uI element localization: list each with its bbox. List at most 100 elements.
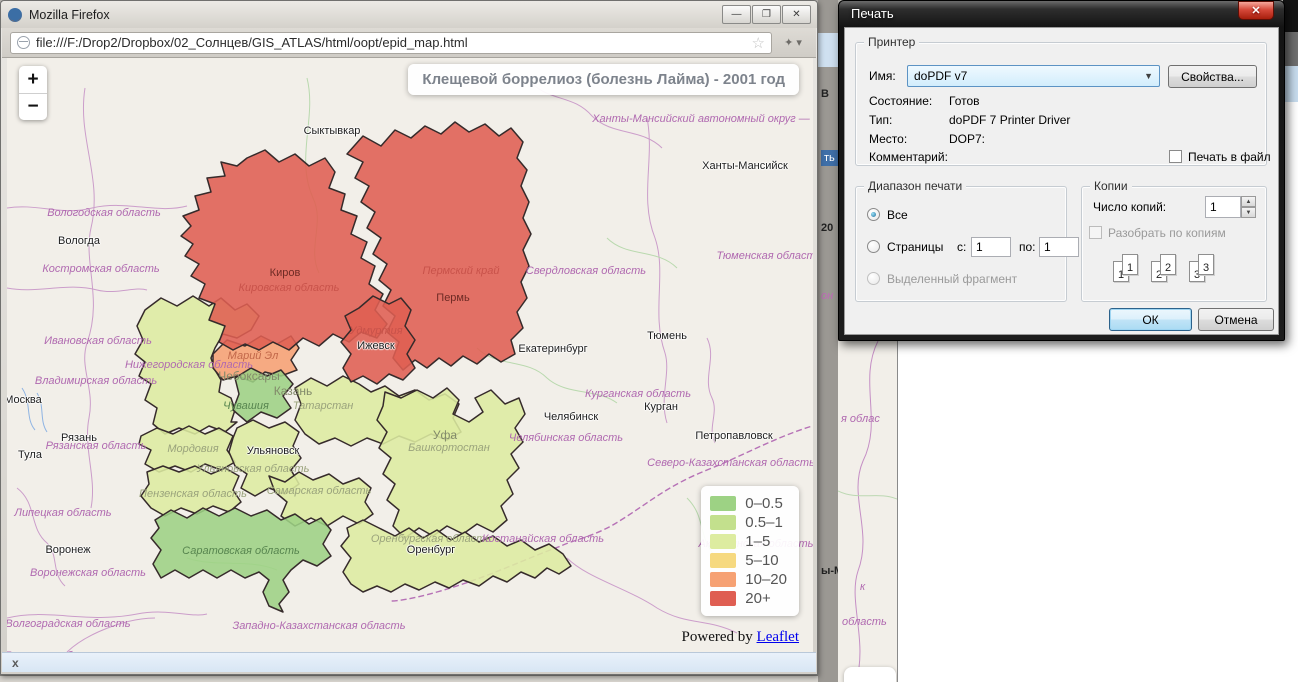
globe-icon — [17, 36, 30, 49]
status-label: Состояние: — [869, 94, 932, 108]
url-dropdown-button[interactable]: ✦ ▾ — [778, 32, 808, 54]
url-bar[interactable]: file:///F:/Drop2/Dropbox/02_Солнцев/GIS_… — [10, 32, 772, 54]
legend-swatch — [710, 572, 736, 587]
spinner-down-icon[interactable]: ▼ — [1241, 207, 1256, 218]
legend-swatch — [710, 553, 736, 568]
region-bashkortostan[interactable] — [377, 388, 525, 538]
attribution-text: Powered by — [682, 629, 757, 645]
firefox-titlebar[interactable]: Mozilla Firefox — ❐ ✕ — [1, 1, 817, 28]
legend-row: 0–0.5 — [710, 494, 787, 513]
collate-page-icon: 3 — [1198, 254, 1214, 275]
radio-selection-label: Выделенный фрагмент — [887, 272, 1017, 286]
pages-to-label: по: — [1019, 240, 1036, 254]
zoom-out-button[interactable]: − — [19, 93, 47, 120]
background-toolbar-fragment — [818, 33, 838, 67]
collate-checkbox[interactable] — [1089, 226, 1102, 239]
background-map-fragment: я обласкобласть — [838, 341, 897, 682]
navigation-bar: file:///F:/Drop2/Dropbox/02_Солнцев/GIS_… — [2, 28, 816, 58]
cancel-button[interactable]: Отмена — [1198, 308, 1274, 331]
window-title: Mozilla Firefox — [29, 8, 110, 22]
legend-swatch — [710, 534, 736, 549]
zoom-control: + − — [19, 66, 47, 120]
radio-pages-label[interactable]: Страницы — [887, 240, 943, 254]
maximize-button[interactable]: ❐ — [752, 5, 781, 24]
legend-row: 20+ — [710, 589, 787, 608]
legend-label: 0.5–1 — [745, 514, 783, 531]
printer-name-combobox[interactable]: doPDF v7 ▼ — [907, 65, 1160, 87]
legend-row: 1–5 — [710, 532, 787, 551]
collate-page-icon: 2 — [1160, 254, 1176, 275]
background-text-fragment: В — [821, 88, 829, 100]
pages-from-label: с: — [957, 240, 966, 254]
background-map-label-fragment: я облас — [841, 413, 880, 425]
legend-label: 20+ — [745, 590, 770, 607]
url-text[interactable]: file:///F:/Drop2/Dropbox/02_Солнцев/GIS_… — [36, 35, 752, 50]
background-window-sliver: Вть20оны-М — [818, 0, 838, 682]
comment-label: Комментарий: — [869, 150, 948, 164]
type-label: Тип: — [869, 113, 892, 127]
collate-page-icon: 1 — [1122, 254, 1138, 275]
leaflet-map[interactable]: СыктывкарХанты-Мансийский автономный окр… — [7, 58, 813, 652]
legend-label: 5–10 — [745, 552, 778, 569]
minimize-button[interactable]: — — [722, 5, 751, 24]
legend-row: 0.5–1 — [710, 513, 787, 532]
copies-group-label: Копии — [1090, 179, 1132, 193]
map-attribution: Powered by Leaflet — [682, 629, 799, 646]
where-label: Место: — [869, 132, 907, 146]
radio-all[interactable] — [867, 208, 880, 221]
map-legend-rows: 0–0.50.5–1 1–5 5–1010–2020+ — [710, 494, 787, 608]
firefox-icon — [7, 7, 23, 23]
map-canvas — [7, 58, 813, 652]
close-button[interactable]: ✕ — [782, 5, 811, 24]
copies-spinner[interactable]: ▲ ▼ — [1241, 196, 1256, 218]
legend-label: 1–5 — [745, 533, 770, 550]
background-bottom-strip — [0, 675, 818, 682]
combobox-arrow-icon[interactable]: ▼ — [1144, 71, 1153, 81]
collate-label: Разобрать по копиям — [1108, 226, 1226, 240]
print-range-group-label: Диапазон печати — [864, 179, 966, 193]
region-penza[interactable] — [141, 466, 241, 516]
radio-selection[interactable] — [867, 272, 880, 285]
copies-count-input[interactable] — [1205, 196, 1241, 218]
print-to-file-label: Печать в файл — [1188, 150, 1271, 164]
background-map-label-fragment: область — [842, 616, 887, 628]
status-value: Готов — [949, 94, 980, 108]
legend-swatch — [710, 515, 736, 530]
background-window — [897, 341, 1298, 682]
printer-group-label: Принтер — [864, 35, 919, 49]
background-text-fragment: 20 — [821, 222, 833, 234]
background-text-fragment: он — [821, 290, 833, 302]
find-bar: x — [2, 652, 816, 672]
radio-pages[interactable] — [867, 240, 880, 253]
radio-all-label[interactable]: Все — [887, 208, 908, 222]
printer-name-value: doPDF v7 — [914, 69, 967, 83]
printer-name-label: Имя: — [869, 69, 896, 83]
zoom-in-button[interactable]: + — [19, 66, 47, 93]
legend-swatch — [710, 496, 736, 511]
where-value: DOP7: — [949, 132, 985, 146]
firefox-window: Mozilla Firefox — ❐ ✕ file:///F:/Drop2/D… — [0, 0, 818, 675]
map-legend: 0–0.50.5–1 1–5 5–1010–2020+ — [701, 486, 799, 616]
map-title: Клещевой боррелиоз (болезнь Лайма) - 200… — [408, 64, 799, 95]
bookmark-star-icon[interactable]: ☆ — [752, 34, 765, 52]
legend-swatch — [710, 591, 736, 606]
dialog-close-button[interactable]: ✕ — [1238, 1, 1274, 20]
dialog-title: Печать — [851, 6, 894, 21]
type-value: doPDF 7 Printer Driver — [949, 113, 1070, 127]
leaflet-link[interactable]: Leaflet — [757, 629, 799, 645]
pages-to-input[interactable] — [1039, 237, 1079, 257]
legend-row: 10–20 — [710, 570, 787, 589]
pages-from-input[interactable] — [971, 237, 1011, 257]
properties-button[interactable]: Свойства... — [1168, 65, 1257, 88]
findbar-close-button[interactable]: x — [12, 656, 19, 670]
collate-pages: 112233 — [1113, 254, 1243, 288]
region-mordovia[interactable] — [139, 426, 235, 472]
print-to-file-checkbox[interactable] — [1169, 150, 1182, 163]
background-text-fragment: ть — [821, 150, 838, 166]
legend-row: 5–10 — [710, 551, 787, 570]
ok-button[interactable]: ОК — [1109, 308, 1192, 331]
copies-count-label: Число копий: — [1093, 200, 1166, 214]
spinner-up-icon[interactable]: ▲ — [1241, 196, 1256, 207]
dialog-body: Принтер Имя: doPDF v7 ▼ Свойства... Сост… — [844, 27, 1279, 335]
background-window-edge — [1283, 0, 1298, 341]
